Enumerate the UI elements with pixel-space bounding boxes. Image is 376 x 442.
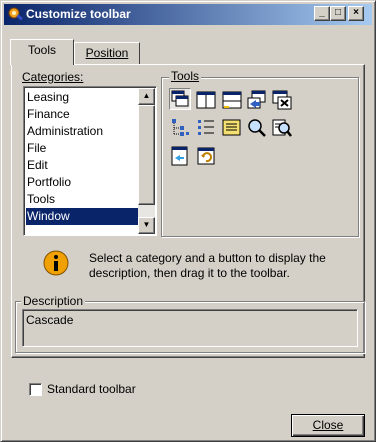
maximize-button[interactable]: □ [330, 6, 346, 21]
close-windows-icon[interactable] [271, 89, 293, 111]
list-view-icon[interactable] [195, 117, 217, 139]
close-button-label: Close [312, 418, 344, 432]
scroll-up-button[interactable]: ▲ [138, 88, 155, 105]
tab-position[interactable]: Position [74, 42, 140, 64]
list-item[interactable]: Leasing [26, 89, 142, 106]
description-label: Description [21, 294, 86, 308]
description-value: Cascade [26, 313, 74, 327]
categories-listbox[interactable]: Leasing Finance Administration File Edit… [23, 86, 157, 236]
refresh-window-icon[interactable] [195, 145, 217, 167]
info-icon [41, 248, 71, 278]
window-title: Customize toolbar [26, 7, 131, 21]
minimize-button[interactable]: _ [314, 6, 330, 21]
tab-tools-label: Tools [27, 43, 56, 57]
info-message: Select a category and a button to displa… [89, 251, 326, 280]
tile-vertical-icon[interactable] [221, 89, 243, 111]
scroll-thumb[interactable] [138, 105, 155, 205]
close-button[interactable]: Close [291, 414, 365, 437]
tree-view-icon[interactable] [169, 117, 191, 139]
list-item[interactable]: Edit [26, 157, 142, 174]
tab-tools[interactable]: Tools [10, 39, 74, 65]
find-icon[interactable] [246, 117, 268, 139]
list-item[interactable]: Finance [26, 106, 142, 123]
arrange-icons-icon[interactable] [246, 89, 268, 111]
tab-position-label: Position [85, 46, 129, 60]
cascade-icon[interactable] [169, 88, 191, 110]
tools-group-label: Tools [169, 69, 202, 83]
list-item-selected[interactable]: Window [26, 208, 142, 225]
list-item[interactable]: Tools [26, 191, 142, 208]
standard-toolbar-checkbox[interactable] [29, 383, 42, 396]
new-window-icon[interactable] [169, 145, 191, 167]
app-icon [7, 6, 25, 23]
close-window-button[interactable]: × [348, 6, 364, 21]
customize-toolbar-dialog: Customize toolbar _ □ × Position Tools C… [0, 0, 376, 442]
detail-view-icon[interactable] [221, 117, 243, 139]
standard-toolbar-label[interactable]: Standard toolbar [47, 382, 136, 396]
list-item[interactable]: Administration [26, 123, 142, 140]
categories-scrollbar[interactable]: ▲ ▼ [138, 88, 155, 234]
description-field: Cascade [22, 309, 358, 347]
scroll-down-button[interactable]: ▼ [138, 217, 155, 234]
find-next-icon[interactable] [271, 117, 293, 139]
categories-label: Categories: [22, 70, 84, 84]
title-bar[interactable]: Customize toolbar _ □ × [4, 4, 372, 25]
list-item[interactable]: File [26, 140, 142, 157]
list-item[interactable]: Portfolio [26, 174, 142, 191]
tile-horizontal-icon[interactable] [195, 89, 217, 111]
